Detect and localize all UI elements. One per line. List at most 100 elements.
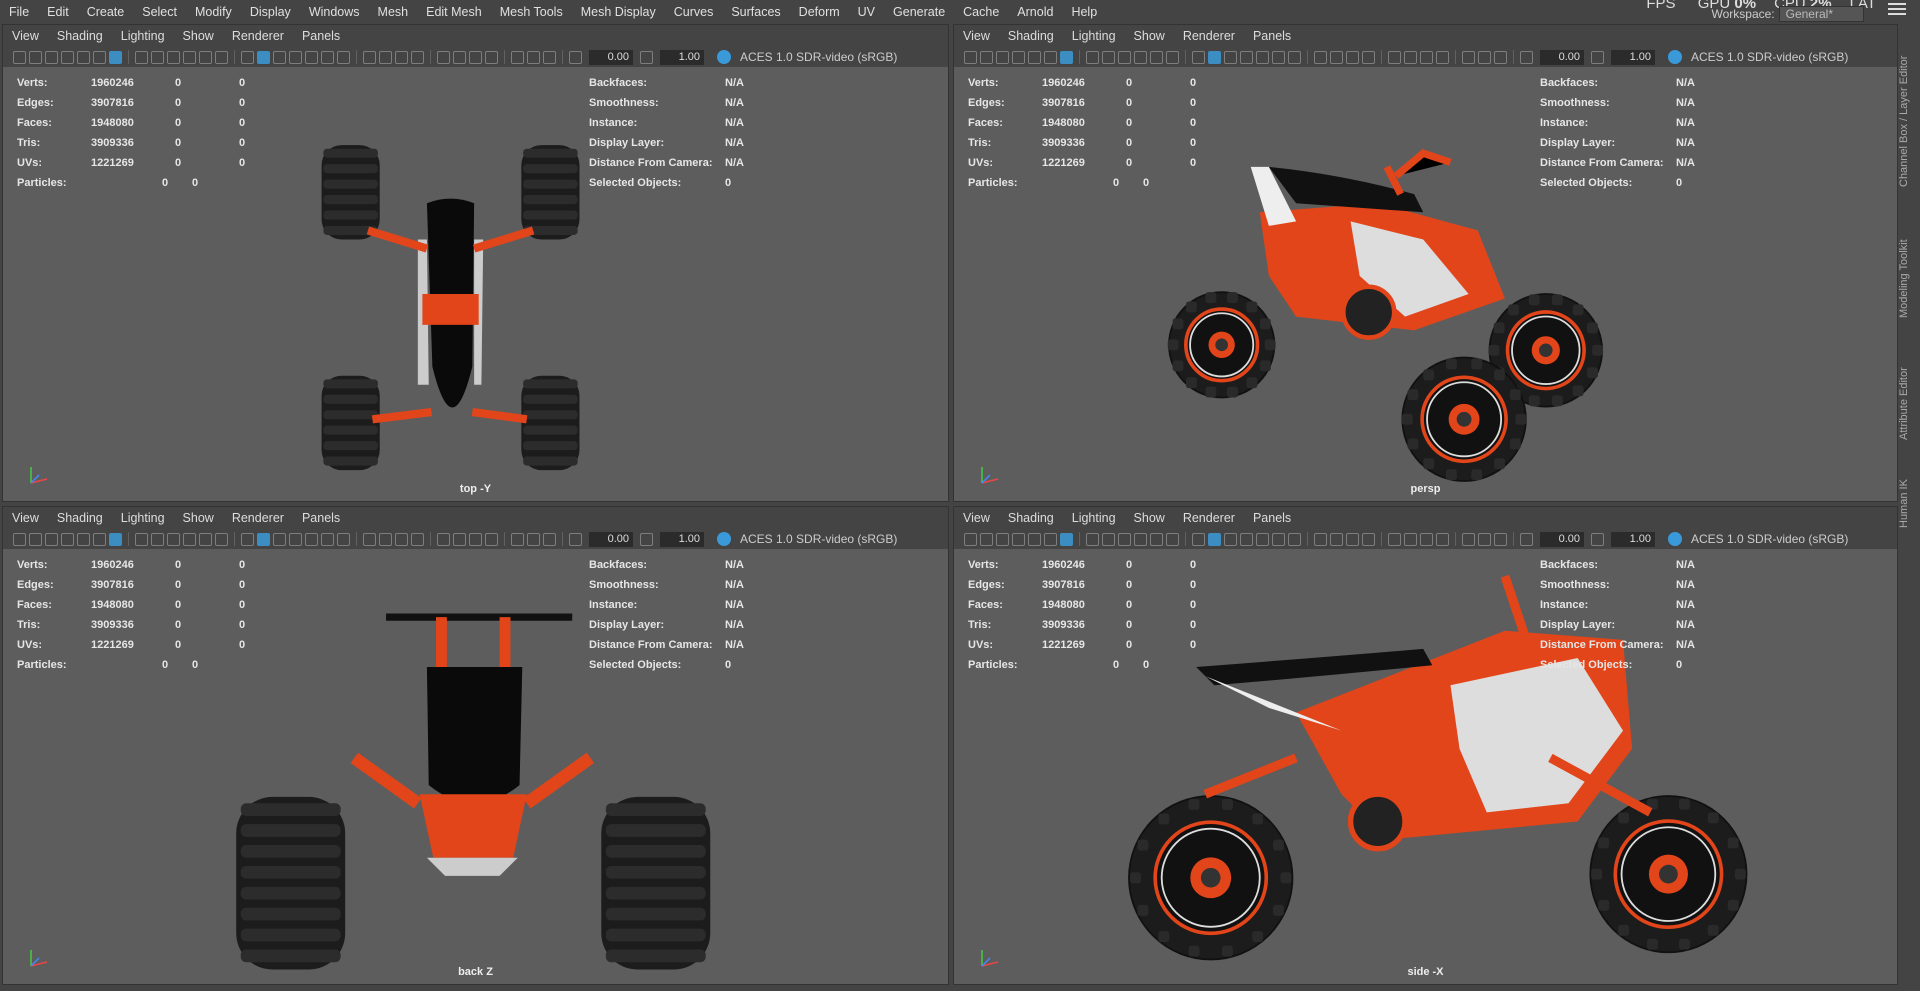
panel-menu-renderer[interactable]: Renderer [223,507,293,529]
menu-edit[interactable]: Edit [38,0,78,24]
toolbar-tool-icon[interactable] [1420,50,1433,64]
panel-menu-shading[interactable]: Shading [48,507,112,529]
toolbar-tool-icon[interactable] [543,50,556,64]
viewport-top[interactable]: View Shading Lighting Show Renderer Panels 0.0… [2,24,949,502]
colorspace-label[interactable]: ACES 1.0 SDR-video (sRGB) [740,50,897,64]
toolbar-tool-icon[interactable] [241,532,254,546]
toolbar-tool-icon[interactable] [1060,532,1073,546]
toolbar-tool-icon[interactable] [305,532,318,546]
exposure-icon[interactable] [1520,50,1533,64]
toolbar-tool-icon[interactable] [93,50,106,64]
toolbar-tool-icon[interactable] [234,50,235,64]
toolbar-tool-icon[interactable] [1012,532,1025,546]
toolbar-tool-icon[interactable] [215,50,228,64]
toolbar-tool-icon[interactable] [1462,50,1475,64]
toolbar-tool-icon[interactable] [77,532,90,546]
toolbar-tool-icon[interactable] [1044,50,1057,64]
menu-generate[interactable]: Generate [884,0,954,24]
toolbar-tool-icon[interactable] [1494,50,1507,64]
exposure-field[interactable]: 0.00 [589,531,633,547]
toolbar-tool-icon[interactable] [1079,50,1080,64]
side-tab-human-ik[interactable]: Human IK [1898,464,1920,544]
toolbar-tool-icon[interactable] [562,50,563,64]
toolbar-tool-icon[interactable] [996,50,1009,64]
toolbar-tool-icon[interactable] [273,50,286,64]
toolbar-tool-icon[interactable] [485,532,498,546]
toolbar-tool-icon[interactable] [109,50,122,64]
toolbar-tool-icon[interactable] [1513,532,1514,546]
toolbar-tool-icon[interactable] [13,532,26,546]
side-tab-channel-box-layer-editor[interactable]: Channel Box / Layer Editor [1898,36,1920,206]
toolbar-tool-icon[interactable] [61,50,74,64]
viewport-divider-horizontal[interactable] [0,502,1898,506]
gamma-field[interactable]: 1.00 [660,49,704,65]
toolbar-tool-icon[interactable] [167,532,180,546]
gamma-icon[interactable] [640,532,653,546]
toolbar-tool-icon[interactable] [527,532,540,546]
toolbar-tool-icon[interactable] [1086,532,1099,546]
panel-menu-lighting[interactable]: Lighting [1063,507,1125,529]
toolbar-tool-icon[interactable] [1478,50,1491,64]
toolbar-tool-icon[interactable] [1388,50,1401,64]
toolbar-tool-icon[interactable] [430,50,431,64]
toolbar-tool-icon[interactable] [395,532,408,546]
toolbar-tool-icon[interactable] [151,50,164,64]
toolbar-tool-icon[interactable] [437,532,450,546]
toolbar-tool-icon[interactable] [1436,532,1449,546]
toolbar-tool-icon[interactable] [1086,50,1099,64]
menu-mesh-display[interactable]: Mesh Display [572,0,665,24]
toolbar-tool-icon[interactable] [504,532,505,546]
toolbar-tool-icon[interactable] [61,532,74,546]
side-tab-attribute-editor[interactable]: Attribute Editor [1898,349,1920,459]
toolbar-tool-icon[interactable] [1362,50,1375,64]
toolbar-tool-icon[interactable] [1362,532,1375,546]
toolbar-tool-icon[interactable] [511,50,524,64]
menu-cache[interactable]: Cache [954,0,1008,24]
menu-windows[interactable]: Windows [300,0,369,24]
toolbar-tool-icon[interactable] [527,50,540,64]
panel-menu-panels[interactable]: Panels [293,25,349,47]
exposure-icon[interactable] [569,50,582,64]
toolbar-tool-icon[interactable] [199,532,212,546]
color-management-icon[interactable] [1668,532,1682,546]
toolbar-tool-icon[interactable] [379,50,392,64]
toolbar-tool-icon[interactable] [128,532,129,546]
toolbar-tool-icon[interactable] [1166,50,1179,64]
toolbar-tool-icon[interactable] [511,532,524,546]
toolbar-tool-icon[interactable] [13,50,26,64]
menu-uv[interactable]: UV [849,0,884,24]
toolbar-tool-icon[interactable] [1478,532,1491,546]
toolbar-tool-icon[interactable] [1028,532,1041,546]
workspace-value[interactable]: General* [1778,6,1864,22]
panel-menu-panels[interactable]: Panels [1244,25,1300,47]
workspace-selector[interactable]: Workspace: General* [1711,6,1864,22]
color-management-icon[interactable] [717,532,731,546]
exposure-icon[interactable] [1520,532,1533,546]
gamma-field[interactable]: 1.00 [1611,531,1655,547]
toolbar-tool-icon[interactable] [363,50,376,64]
toolbar-tool-icon[interactable] [241,50,254,64]
panel-menu-shading[interactable]: Shading [999,507,1063,529]
toolbar-tool-icon[interactable] [1436,50,1449,64]
toolbar-tool-icon[interactable] [356,50,357,64]
panel-menu-view[interactable]: View [954,507,999,529]
toolbar-tool-icon[interactable] [395,50,408,64]
toolbar-tool-icon[interactable] [1192,532,1205,546]
toolbar-tool-icon[interactable] [1044,532,1057,546]
toolbar-tool-icon[interactable] [1134,50,1147,64]
gamma-icon[interactable] [1591,50,1604,64]
panel-menu-renderer[interactable]: Renderer [1174,507,1244,529]
toolbar-tool-icon[interactable] [1208,532,1221,546]
toolbar-tool-icon[interactable] [543,532,556,546]
gamma-icon[interactable] [1591,532,1604,546]
toolbar-tool-icon[interactable] [562,532,563,546]
menu-hamburger-icon[interactable] [1888,0,1906,15]
panel-menu-show[interactable]: Show [174,25,223,47]
toolbar-tool-icon[interactable] [1314,532,1327,546]
toolbar-tool-icon[interactable] [1134,532,1147,546]
toolbar-tool-icon[interactable] [135,532,148,546]
toolbar-tool-icon[interactable] [453,50,466,64]
toolbar-tool-icon[interactable] [1494,532,1507,546]
menu-modify[interactable]: Modify [186,0,241,24]
menu-mesh-tools[interactable]: Mesh Tools [491,0,572,24]
